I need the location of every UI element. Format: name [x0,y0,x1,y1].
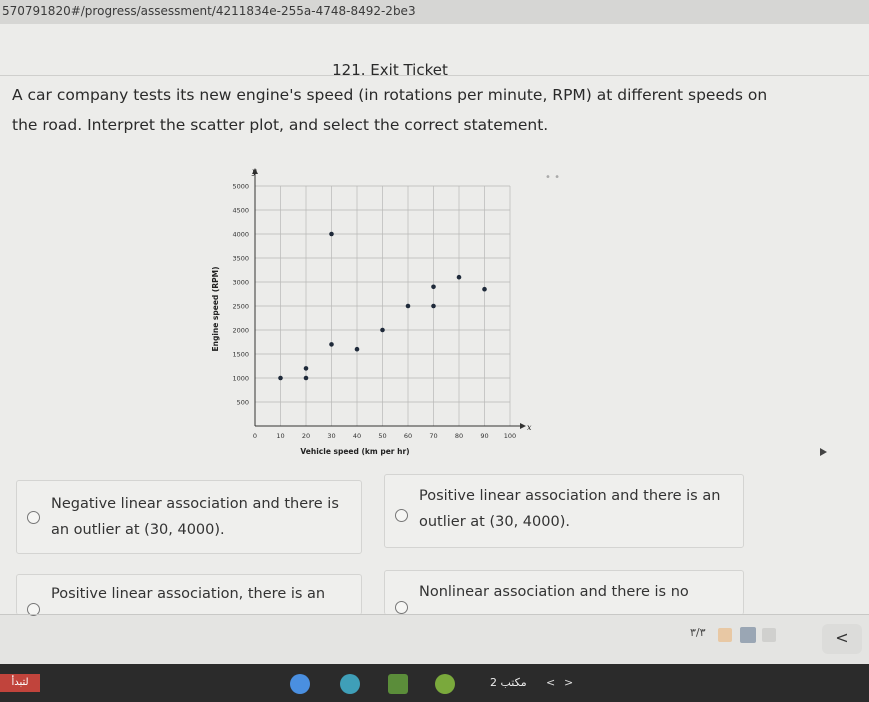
data-point [456,274,462,280]
x-tick-label: 10 [276,432,284,440]
assessment-page: 121. Exit Ticket A car company tests its… [0,24,869,616]
x-axis-label: Vehicle speed (km per hr) [300,447,409,456]
y-tick-label: 2500 [232,303,249,311]
decorative-dots: • • [545,172,560,183]
y-tick-label: 3500 [232,255,249,263]
x-tick-label: 60 [404,432,412,440]
y-axis-label: Engine speed (RPM) [211,266,220,351]
y-tick-label: 4500 [232,207,249,215]
option-b-text: Positive linear association and there is… [419,488,721,530]
page-indicator: ٣/٣ [690,626,706,639]
data-point [329,231,334,237]
x-tick-label: 40 [353,432,361,440]
play-arrow-icon [820,448,827,456]
x-tick-label: 80 [455,432,463,440]
chevron-right-icon[interactable]: > [564,676,573,689]
taskbar: لتبدأ 2 مكتب < > [0,664,869,702]
question-text: A car company tests its new engine's spe… [12,86,768,134]
x-tick-label: 70 [429,432,437,440]
data-point [380,327,385,333]
paint-icon[interactable] [435,674,455,694]
mail-icon[interactable] [388,674,408,694]
radio-option-a[interactable] [27,511,40,524]
y-tick-label: 1000 [232,375,249,383]
y-tick-label: 3000 [232,279,249,287]
option-c-text: Positive linear association, there is an [51,586,326,602]
radio-option-d[interactable] [395,601,408,614]
browser-url-bar[interactable]: 570791820#/progress/assessment/4211834e-… [0,0,869,24]
chevron-left-icon[interactable]: < [546,676,555,689]
answer-option-b[interactable]: Positive linear association and there is… [384,474,744,548]
y-axis-letter: y [251,167,257,176]
x-tick-label: 30 [327,432,335,440]
chart-grid [255,185,511,426]
y-tick-label: 5000 [232,183,249,191]
option-d-text: Nonlinear association and there is no [419,584,689,600]
x-axis-arrow [520,423,526,429]
scatter-plot: 0 10 20 30 40 50 60 70 80 90 100 500 1000 1500 2000 250… [211,167,532,456]
data-point [482,286,487,292]
y-tick-label: 4000 [232,231,249,239]
footer-divider [0,614,869,615]
browser-icon[interactable] [290,674,310,694]
progress-square-2[interactable] [740,627,756,643]
page-title: 121. Exit Ticket [332,61,448,79]
data-point [303,375,309,381]
x-tick-label: 0 [253,432,257,440]
option-a-text: Negative linear association and there is… [51,496,339,538]
data-point [278,375,283,381]
x-tick-label: 50 [378,432,386,440]
x-tick-label: 20 [302,432,310,440]
chart-axes [252,168,526,429]
back-button[interactable]: < [822,624,862,654]
data-point [303,366,309,371]
progress-square-1[interactable] [718,628,732,642]
data-point [431,284,436,290]
x-tick-label: 90 [480,432,488,440]
title-divider [0,75,869,76]
y-tick-label: 1500 [232,351,249,359]
answer-option-a[interactable]: Negative linear association and there is… [16,480,362,554]
edge-icon[interactable] [340,674,360,694]
chart-ticks: 0 10 20 30 40 50 60 70 80 90 100 500 1000 1500 2000 250… [232,183,516,441]
progress-square-3[interactable] [762,628,776,642]
y-tick-label: 2000 [232,327,249,335]
start-button[interactable]: لتبدأ [0,674,40,692]
data-point [329,342,334,347]
data-point [431,303,436,309]
answer-option-d[interactable]: Nonlinear association and there is no [384,570,744,615]
y-tick-label: 500 [237,399,249,407]
data-point [405,303,411,309]
x-axis-letter: x [527,423,532,432]
radio-option-b[interactable] [395,509,408,522]
x-tick-label: 100 [504,432,516,440]
data-point [354,346,360,352]
answer-option-c[interactable]: Positive linear association, there is an [16,574,362,616]
desktop-label: 2 مكتب [490,676,527,689]
